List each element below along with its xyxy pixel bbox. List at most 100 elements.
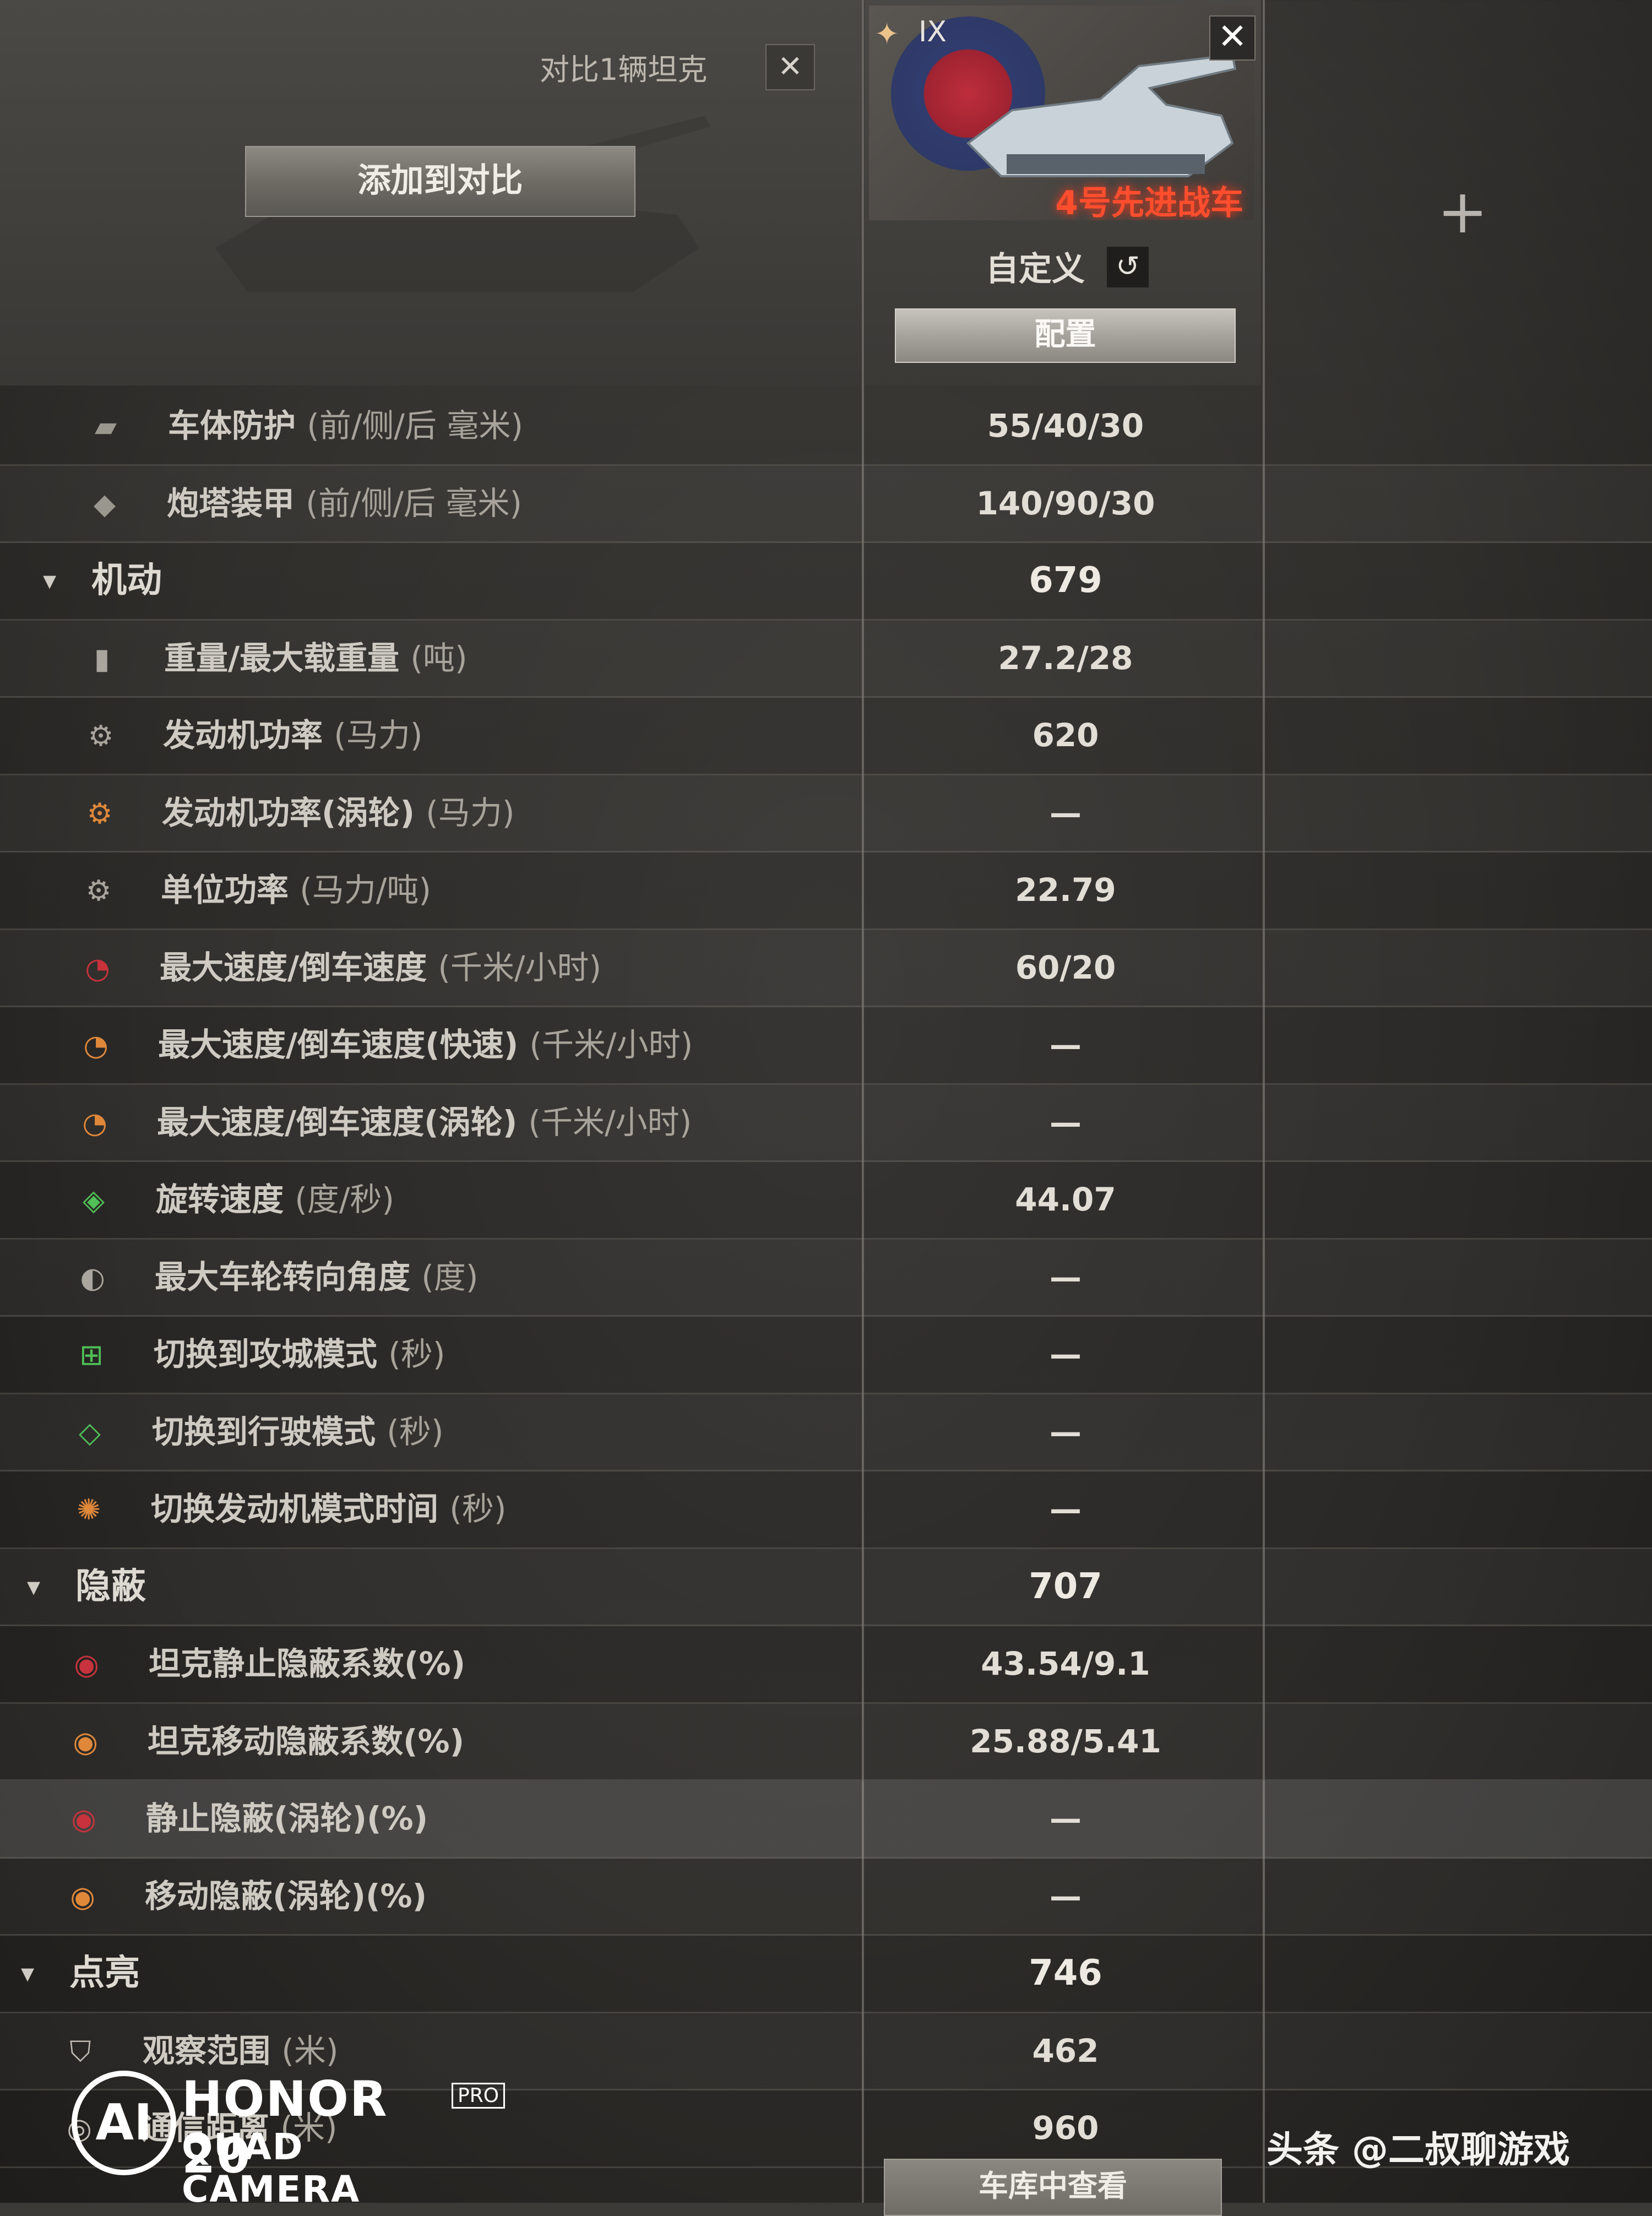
traverse-icon: ◈ bbox=[83, 1184, 105, 1217]
stat-value: — bbox=[1050, 1490, 1082, 1528]
stat-label: 炮塔装甲 (前/侧/后 毫米) bbox=[167, 466, 522, 541]
tank-image-icon bbox=[966, 53, 1237, 177]
stat-unit: (米) bbox=[281, 2032, 339, 2070]
stat-unit: (千米/小时) bbox=[528, 1103, 692, 1141]
stat-label: 旋转速度 (度/秒) bbox=[156, 1162, 394, 1237]
section-value: 679 bbox=[1029, 560, 1102, 601]
stat-unit: (千米/小时) bbox=[529, 1026, 693, 1063]
stat-name: 切换发动机模式时间 bbox=[151, 1490, 439, 1528]
add-tank-slot-icon[interactable]: + bbox=[1437, 176, 1488, 247]
stat-label: 静止隐蔽(涡轮)(%) bbox=[146, 1781, 428, 1856]
stat-unit: (前/侧/后 毫米) bbox=[307, 407, 523, 444]
wheel-angle-icon: ◐ bbox=[80, 1261, 105, 1295]
stat-name: 静止隐蔽(涡轮)(%) bbox=[146, 1800, 428, 1837]
section-value: 707 bbox=[1029, 1566, 1102, 1607]
stat-unit: (秒) bbox=[449, 1490, 507, 1528]
engine-mode-icon: ✺ bbox=[77, 1493, 101, 1527]
engine-turbo-icon: ⚙ bbox=[86, 797, 113, 830]
stat-row: ◔ 最大速度/倒车速度(涡轮) (千米/小时) — bbox=[0, 1085, 1652, 1162]
speed-turbo-icon: ◔ bbox=[82, 1106, 107, 1140]
stat-row: ◉ 移动隐蔽(涡轮)(%) — bbox=[0, 1859, 1652, 1936]
stat-name: 最大速度/倒车速度(快速) bbox=[158, 1026, 519, 1063]
add-to-compare-button[interactable]: 添加到对比 bbox=[245, 146, 635, 217]
view-in-garage-button[interactable]: 车库中查看 bbox=[884, 2159, 1222, 2216]
close-tank-icon[interactable]: ✕ bbox=[1209, 15, 1256, 61]
tank-card[interactable]: ✦ IX 4号先进战车 bbox=[869, 6, 1254, 220]
stat-row: ◉ 坦克移动隐蔽系数(%) 25.88/5.41 bbox=[0, 1704, 1652, 1781]
stat-unit: (吨) bbox=[410, 639, 468, 677]
stat-label: 切换到攻城模式 (秒) bbox=[154, 1317, 445, 1392]
stat-label: 车体防护 (前/侧/后 毫米) bbox=[168, 388, 523, 464]
stat-unit: (马力) bbox=[426, 794, 515, 832]
camo-moving-turbo-icon: ◉ bbox=[70, 1880, 95, 1914]
stat-value: 960 bbox=[1032, 2109, 1099, 2147]
camera-pro-badge: PRO bbox=[452, 2083, 506, 2109]
stat-unit: (千米/小时) bbox=[438, 948, 602, 986]
siege-mode-icon: ⊞ bbox=[79, 1339, 104, 1372]
stat-value: 462 bbox=[1032, 2032, 1099, 2070]
stat-value: 55/40/30 bbox=[987, 407, 1144, 444]
stat-value: — bbox=[1050, 1103, 1082, 1141]
chevron-down-icon[interactable]: ▾ bbox=[43, 543, 56, 618]
stat-value: — bbox=[1050, 794, 1082, 832]
stat-label: 坦克静止隐蔽系数(%) bbox=[149, 1626, 465, 1702]
stat-name: 重量/最大载重量 bbox=[164, 639, 400, 677]
section-header[interactable]: ▾ 机动 679 bbox=[0, 543, 1652, 621]
stat-name: 发动机功率(涡轮) bbox=[162, 794, 415, 832]
stat-name: 最大速度/倒车速度(涡轮) bbox=[157, 1103, 518, 1141]
stat-label: 最大速度/倒车速度 (千米/小时) bbox=[160, 930, 601, 1006]
turret-armor-icon: ◆ bbox=[94, 487, 116, 521]
stat-unit: (秒) bbox=[387, 1413, 444, 1451]
source-watermark: 头条 @二叔聊游戏 bbox=[1267, 2128, 1570, 2171]
stat-value: 44.07 bbox=[1015, 1181, 1116, 1218]
stat-label: 移动隐蔽(涡轮)(%) bbox=[145, 1859, 427, 1934]
view-range-icon: ⛉ bbox=[69, 2035, 91, 2068]
stat-label: 最大车轮转向角度 (度) bbox=[155, 1240, 478, 1315]
stat-row: ⊞ 切换到攻城模式 (秒) — bbox=[0, 1317, 1652, 1394]
stat-name: 观察范围 bbox=[143, 2032, 271, 2070]
stat-name: 炮塔装甲 bbox=[167, 484, 295, 522]
stat-row: ◉ 坦克静止隐蔽系数(%) 43.54/9.1 bbox=[0, 1626, 1652, 1704]
speed-icon: ◔ bbox=[85, 952, 110, 985]
stat-row: ◇ 切换到行驶模式 (秒) — bbox=[0, 1394, 1652, 1471]
stats-table: ▰ 车体防护 (前/侧/后 毫米) 55/40/30 ◆ 炮塔装甲 (前/侧/后 毫米)… bbox=[0, 388, 1652, 2168]
stat-unit: (度/秒) bbox=[295, 1181, 395, 1218]
stat-name: 旋转速度 bbox=[156, 1181, 284, 1218]
section-label: 点亮 bbox=[69, 1953, 140, 1994]
stat-name: 切换到行驶模式 bbox=[152, 1413, 376, 1451]
section-header[interactable]: ▾ 点亮 746 bbox=[0, 1936, 1652, 2013]
custom-config-label: 自定义 bbox=[986, 250, 1085, 289]
chevron-down-icon[interactable]: ▾ bbox=[27, 1549, 40, 1625]
tank-class-icon: ✦ bbox=[874, 17, 900, 51]
travel-mode-icon: ◇ bbox=[79, 1416, 101, 1449]
stat-label: 单位功率 (马力/吨) bbox=[161, 852, 431, 928]
engine-power-icon: ⚙ bbox=[88, 720, 114, 753]
chevron-down-icon[interactable]: ▾ bbox=[21, 1936, 34, 2011]
stat-name: 最大车轮转向角度 bbox=[155, 1258, 411, 1296]
hull-armor-icon: ▰ bbox=[95, 410, 117, 443]
close-compare-icon[interactable]: ✕ bbox=[765, 44, 815, 90]
section-value: 746 bbox=[1029, 1953, 1102, 1994]
stat-value: 140/90/30 bbox=[976, 484, 1155, 522]
section-header[interactable]: ▾ 隐蔽 707 bbox=[0, 1549, 1652, 1626]
stat-row: ◔ 最大速度/倒车速度(快速) (千米/小时) — bbox=[0, 1007, 1652, 1085]
stat-name: 坦克移动隐蔽系数(%) bbox=[148, 1722, 465, 1760]
configure-button[interactable]: 配置 bbox=[895, 308, 1236, 363]
stat-label: 切换到行驶模式 (秒) bbox=[152, 1394, 443, 1470]
stat-name: 发动机功率 bbox=[163, 716, 323, 754]
stat-row: ⚙ 发动机功率(涡轮) (马力) — bbox=[0, 775, 1652, 852]
stat-value: — bbox=[1050, 1026, 1082, 1063]
stat-row: ▰ 车体防护 (前/侧/后 毫米) 55/40/30 bbox=[0, 388, 1652, 466]
camo-stationary-icon: ◉ bbox=[74, 1648, 99, 1681]
stat-label: 坦克移动隐蔽系数(%) bbox=[148, 1704, 464, 1779]
stat-label: 最大速度/倒车速度(涡轮) (千米/小时) bbox=[157, 1085, 692, 1160]
speed-fast-icon: ◔ bbox=[83, 1029, 108, 1062]
stat-value: 25.88/5.41 bbox=[970, 1722, 1161, 1760]
stat-unit: (马力) bbox=[334, 716, 423, 754]
stat-label: 发动机功率 (马力) bbox=[163, 698, 422, 773]
stat-label: 发动机功率(涡轮) (马力) bbox=[162, 775, 515, 851]
stat-unit: (马力/吨) bbox=[300, 871, 432, 909]
tank-name: 4号先进战车 bbox=[1055, 184, 1243, 220]
reset-icon[interactable]: ↺ bbox=[1107, 247, 1149, 287]
stat-name: 最大速度/倒车速度 bbox=[160, 948, 427, 986]
